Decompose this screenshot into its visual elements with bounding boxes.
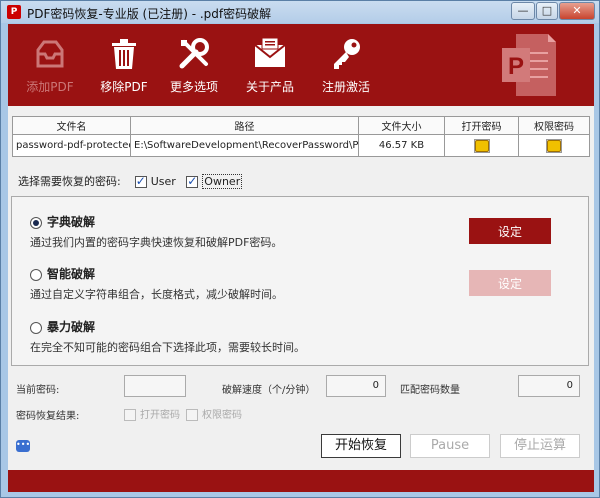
lock-icon[interactable] [546, 138, 562, 153]
lock-icon[interactable] [473, 138, 490, 153]
maximize-button[interactable]: □ [536, 2, 558, 20]
cell-open-lock[interactable] [444, 134, 519, 157]
owner-checkbox-label[interactable]: Owner [202, 174, 243, 189]
stop-button[interactable]: 停止运算 [500, 434, 580, 458]
remove-pdf-button[interactable]: 移除PDF [88, 30, 160, 102]
smart-settings-button[interactable]: 设定 [469, 270, 551, 296]
register-label: 注册激活 [321, 80, 370, 94]
padlock-icon [547, 139, 561, 152]
more-options-label: 更多选项 [169, 80, 218, 94]
result-label: 密码恢复结果: [16, 411, 80, 422]
dictionary-mode-title[interactable]: 字典破解 [47, 215, 95, 229]
brute-force-title[interactable]: 暴力破解 [47, 320, 95, 334]
user-checkbox[interactable] [134, 174, 147, 188]
current-password-field [124, 375, 186, 397]
dictionary-settings-button[interactable]: 设定 [469, 218, 551, 244]
about-label: 关于产品 [245, 80, 294, 94]
key-icon [334, 39, 360, 69]
result-open-checkbox [124, 409, 136, 421]
add-pdf-button[interactable]: 添加PDF [14, 30, 86, 102]
owner-checkbox[interactable] [186, 174, 199, 188]
remove-pdf-label: 移除PDF [100, 80, 148, 94]
result-perm-option: 权限密码 [186, 406, 242, 421]
add-pdf-label: 添加PDF [26, 80, 74, 94]
smart-mode-option[interactable]: 智能破解 [30, 265, 95, 282]
result-perm-checkbox [186, 409, 198, 421]
inbox-tray-icon [36, 40, 64, 68]
padlock-icon [474, 139, 489, 152]
brute-force-option[interactable]: 暴力破解 [30, 318, 95, 335]
speed-field: 0 [326, 375, 386, 397]
col-open-password[interactable]: 打开密码 [444, 116, 519, 135]
cell-filename: password-pdf-protected.pd [12, 134, 131, 157]
app-window: P PDF密码恢复-专业版 (已注册) - .pdf密码破解 — □ ✕ 添加P… [0, 0, 600, 498]
pause-button[interactable]: Pause [410, 434, 490, 458]
svg-text:P: P [508, 53, 524, 80]
file-table-header: 文件名 路径 文件大小 打开密码 权限密码 [12, 116, 590, 135]
envelope-icon [254, 37, 286, 67]
user-checkbox-label[interactable]: User [151, 175, 176, 188]
footer-bar [8, 470, 594, 492]
password-select-row: 选择需要恢复的密码: User Owner [18, 173, 243, 189]
result-open-option: 打开密码 [124, 406, 180, 421]
title-bar[interactable]: P PDF密码恢复-专业版 (已注册) - .pdf密码破解 — □ ✕ [1, 1, 599, 23]
cell-permission-lock[interactable] [518, 134, 590, 157]
col-filename[interactable]: 文件名 [12, 116, 131, 135]
file-table: 文件名 路径 文件大小 打开密码 权限密码 password-pdf-prote… [12, 116, 590, 157]
trash-icon [112, 39, 136, 69]
password-select-label: 选择需要恢复的密码: [18, 175, 121, 188]
start-recovery-button[interactable]: 开始恢复 [321, 434, 401, 458]
attack-mode-panel: 字典破解 通过我们内置的密码字典快速恢复和破解PDF密码。 设定 智能破解 通过… [11, 196, 589, 366]
table-row[interactable]: password-pdf-protected.pd E:\SoftwareDev… [12, 134, 590, 157]
col-permission-password[interactable]: 权限密码 [518, 116, 590, 135]
window-title: PDF密码恢复-专业版 (已注册) - .pdf密码破解 [27, 7, 272, 21]
tools-icon [179, 38, 209, 69]
more-options-button[interactable]: 更多选项 [158, 30, 230, 102]
result-open-label: 打开密码 [140, 410, 180, 421]
smart-mode-title[interactable]: 智能破解 [47, 267, 95, 281]
dictionary-mode-desc: 通过我们内置的密码字典快速恢复和破解PDF密码。 [30, 236, 283, 249]
toolbar: 添加PDF 移除PDF 更多选项 关于产品 注册激活 P [8, 24, 594, 106]
smart-mode-radio[interactable] [30, 269, 42, 281]
smart-mode-desc: 通过自定义字符串组合，长度格式，减少破解时间。 [30, 288, 283, 301]
register-button[interactable]: 注册激活 [310, 30, 382, 102]
about-button[interactable]: 关于产品 [234, 30, 306, 102]
brute-force-desc: 在完全不知可能的密码组合下选择此项，需要较长时间。 [30, 341, 305, 354]
dictionary-mode-radio[interactable] [30, 217, 42, 229]
match-count-label: 匹配密码数量 [400, 385, 460, 396]
current-password-label: 当前密码: [16, 385, 60, 396]
brute-force-radio[interactable] [30, 322, 42, 334]
speed-label: 破解速度（个/分钟） [222, 385, 316, 396]
pdf-logo-icon: P [502, 34, 556, 96]
dictionary-mode-option[interactable]: 字典破解 [30, 213, 95, 230]
app-icon: P [7, 5, 21, 19]
col-path[interactable]: 路径 [130, 116, 359, 135]
cell-size: 46.57 KB [358, 134, 445, 157]
minimize-button[interactable]: — [511, 2, 535, 20]
close-button[interactable]: ✕ [559, 2, 595, 20]
cell-path: E:\SoftwareDevelopment\RecoverPassword\P… [130, 134, 359, 157]
match-count-field: 0 [518, 375, 580, 397]
chat-icon[interactable]: ••• [16, 440, 30, 452]
client-area: 添加PDF 移除PDF 更多选项 关于产品 注册激活 P 文件名 路径 文件大小… [8, 24, 594, 492]
col-size[interactable]: 文件大小 [358, 116, 445, 135]
result-perm-label: 权限密码 [202, 410, 242, 421]
